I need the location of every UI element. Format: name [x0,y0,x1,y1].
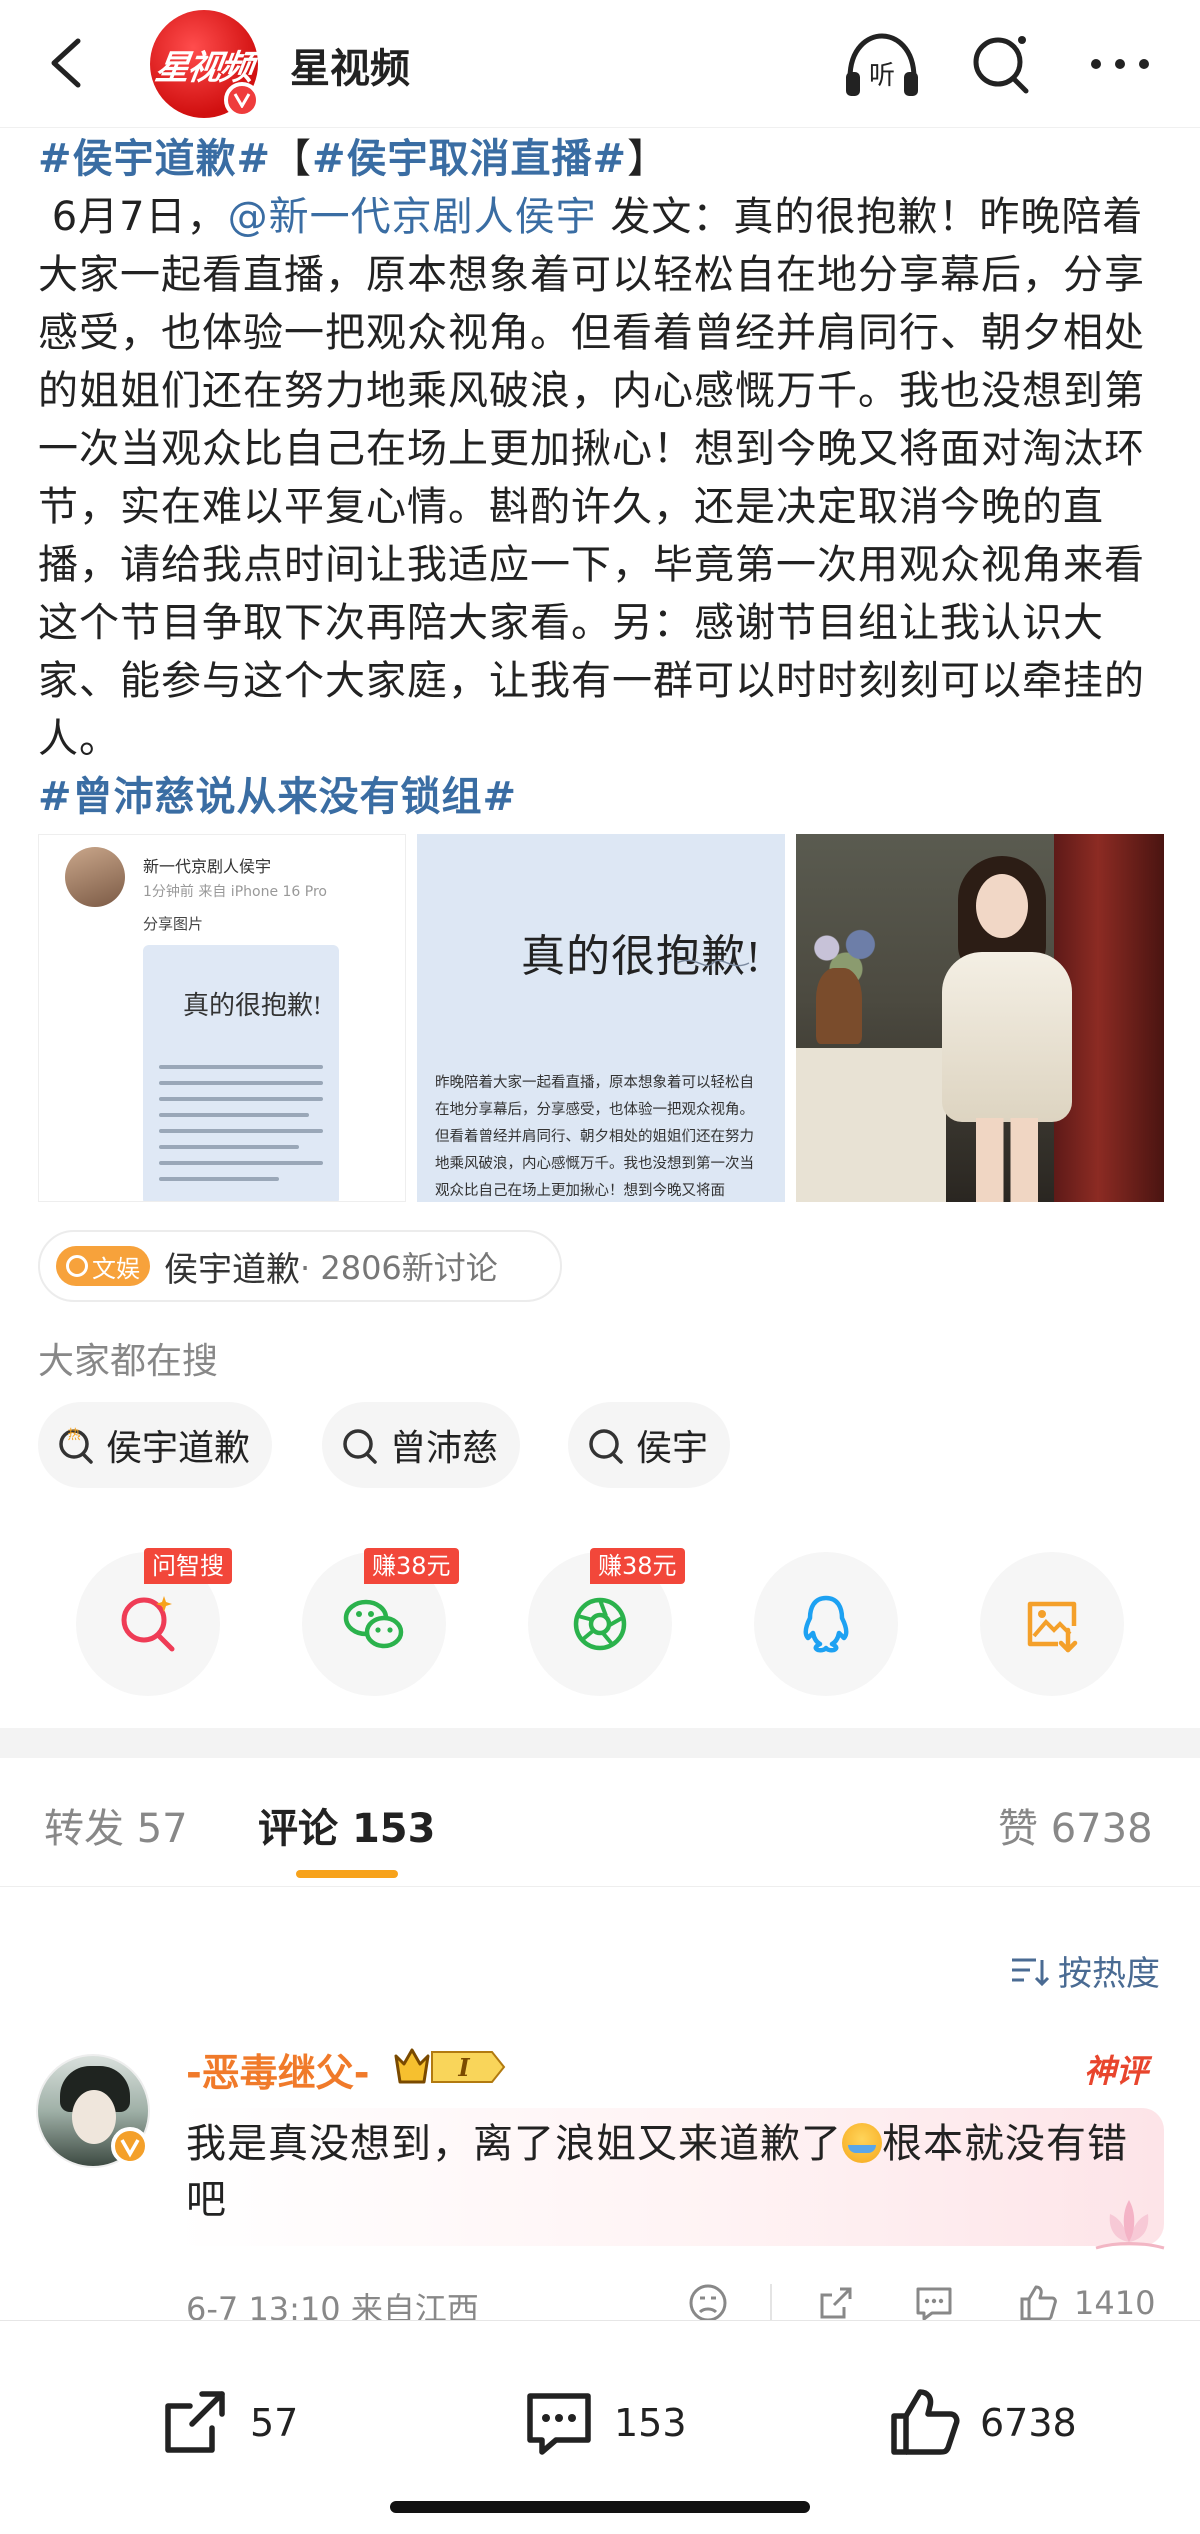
share-qq-button[interactable] [754,1552,898,1696]
home-indicator[interactable] [390,2501,810,2513]
tab-likes[interactable]: 赞 6738 [998,1796,1153,1854]
tab-comments[interactable]: 评论 153 [258,1796,435,1854]
letter-title: 真的很抱歉! [521,932,762,981]
save-image-button[interactable] [980,1552,1124,1696]
tab-repost[interactable]: 转发 57 [44,1796,188,1854]
top-comment-badge: 神评 [1084,2052,1149,2090]
comment-count: 153 [351,1806,436,1852]
avatar [65,847,125,907]
laugh-cry-emoji-icon [842,2123,882,2163]
search-chip[interactable]: 侯宇 [568,1402,731,1488]
hashtag-link[interactable]: #侯宇道歉# [38,136,271,182]
bracket-close: 】 [627,136,669,182]
verified-icon [111,2127,149,2165]
more-button[interactable] [1082,28,1158,98]
ribbon-decoration-icon [676,959,750,967]
qq-icon [803,1595,849,1653]
search-chip-label: 侯宇道歉 [106,1428,251,1469]
action-separator [770,2284,772,2322]
svg-text:热: 热 [67,1428,80,1443]
bottom-like-count: 6738 [980,2401,1077,2445]
search-button[interactable] [966,28,1036,98]
reply-icon [916,2287,952,2321]
back-arrow-icon [51,38,81,88]
tabs-divider [0,1886,1200,1887]
image-author-name: 新一代京剧人侯宇 [143,857,272,876]
bottom-repost-count: 57 [250,2401,299,2445]
post-text: 发文：真的很抱歉！昨晚陪着大家一起看直播，原本想象着可以轻松自在地分享幕后，分享… [38,194,1145,762]
topic-name: 侯宇道歉 [164,1249,300,1290]
share-icon [820,2287,852,2319]
post-image-letter[interactable]: 真的很抱歉! 昨晚陪着大家一起看直播，原本想象着可以轻松自在地分享幕后，分享感受… [417,834,785,1202]
user-level-badge-icon: I [394,2048,506,2084]
share-icon [165,2391,225,2453]
headphones-icon: 听 [846,33,918,96]
hashtag-link[interactable]: #曾沛慈说从来没有锁组# [38,774,517,820]
sort-label: 按热度 [1058,1954,1160,1994]
account-name[interactable]: 星视频 [290,36,410,94]
post-image-screenshot[interactable]: 新一代京剧人侯宇 1分钟前 来自 iPhone 16 Pro 分享图片 真的很抱… [38,834,406,1202]
search-chip-label: 侯宇 [636,1428,709,1469]
share-badge: 赚38元 [364,1548,459,1584]
moments-icon [573,1597,627,1651]
user-level: I [457,2053,470,2082]
image-card-title: 真的很抱歉! [183,991,322,1020]
trending-search-title: 大家都在搜 [38,1341,219,1382]
more-icon [1091,59,1149,69]
save-image-icon [1027,1601,1078,1653]
sort-button[interactable]: 按热度 [1010,1946,1160,1995]
image-card: 真的很抱歉! [143,945,339,1201]
comment-button[interactable]: 153 [520,2373,687,2473]
post-date: 6月7日， [51,194,228,240]
comment-text: 我是真没想到，离了浪姐又来道歉了 根本就没有错吧 [186,2121,1128,2223]
topic-link[interactable]: 文娱 侯宇道歉 · 2806新讨论 [38,1230,562,1302]
topic-discussion-count: · 2806新讨论 [300,1249,498,1287]
search-icon [343,1429,377,1464]
verified-icon [224,82,260,118]
ai-search-icon [121,1596,175,1652]
bracket-open: 【 [271,136,313,182]
post-body: #侯宇道歉#【#侯宇取消直播#】 6月7日，@新一代京剧人侯宇 发文：真的很抱歉… [38,130,1168,826]
hashtag-link[interactable]: #侯宇取消直播# [312,136,627,182]
account-avatar[interactable]: 星视频 [150,10,260,118]
like-count: 6738 [1050,1806,1153,1852]
active-tab-indicator [296,1870,398,1878]
bottom-action-bar: 57 153 6738 [0,2320,1200,2534]
repost-button[interactable]: 57 [156,2373,298,2473]
post-image-photo[interactable] [796,834,1164,1202]
search-chip[interactable]: 热 侯宇道歉 [38,1402,273,1488]
comment-like-count: 1410 [1074,2284,1156,2322]
top-navigation-bar: 星视频 星视频 听 [0,0,1200,128]
listen-button[interactable]: 听 [840,28,924,102]
bottom-comment-count: 153 [614,2401,687,2445]
thumbs-up-icon [891,2389,960,2455]
share-badge: 赚38元 [590,1548,685,1584]
section-divider [0,1728,1200,1758]
hot-search-icon: 热 [59,1428,93,1464]
letter-body: 昨晚陪着大家一起看直播，原本想象着可以轻松自在地分享幕后，分享感受，也体验一把观… [435,1075,754,1199]
search-icon [589,1429,623,1464]
thumbs-up-icon [1020,2285,1057,2321]
topic-category-badge: 文娱 [56,1246,150,1286]
share-badge: 问智搜 [144,1548,232,1584]
image-share-label: 分享图片 [143,915,204,933]
repost-count: 57 [136,1806,188,1852]
image-post-meta: 1分钟前 来自 iPhone 16 Pro [143,884,327,900]
wechat-icon [343,1599,404,1649]
search-chip[interactable]: 曾沛慈 [322,1402,521,1488]
search-icon [973,36,1029,94]
comment-icon [527,2393,591,2455]
search-chip-label: 曾沛慈 [390,1428,499,1469]
frown-face-icon [689,2284,727,2322]
search-icon [66,1255,88,1277]
listen-label: 听 [869,61,895,91]
image-grid: 新一代京剧人侯宇 1分钟前 来自 iPhone 16 Pro 分享图片 真的很抱… [38,834,1164,1202]
commenter-username[interactable]: -恶毒继父- [186,2042,370,2097]
mention-link[interactable]: @新一代京剧人侯宇 [228,194,597,240]
lotus-decoration-icon [1095,2200,1165,2250]
like-button[interactable]: 6738 [886,2373,1077,2473]
sort-icon [1012,1958,1050,1986]
back-button[interactable] [36,30,96,96]
